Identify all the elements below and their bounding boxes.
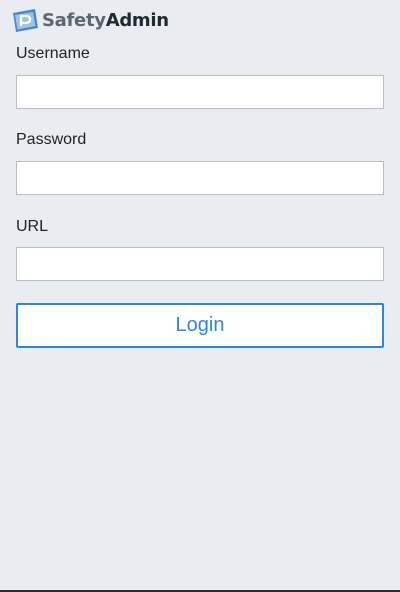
username-label: Username: [16, 45, 90, 62]
username-input[interactable]: [16, 75, 384, 109]
safetyadmin-logo-icon: [13, 9, 38, 32]
login-screen: SafetyAdmin Username Password URL Login: [0, 0, 400, 592]
password-input[interactable]: [16, 161, 384, 195]
logo-text-admin: Admin: [105, 10, 169, 31]
login-button[interactable]: Login: [16, 303, 384, 348]
url-input[interactable]: [16, 247, 384, 281]
logo-wordmark: SafetyAdmin: [42, 8, 169, 34]
url-label: URL: [16, 218, 49, 235]
app-logo: SafetyAdmin: [10, 8, 169, 34]
logo-text-safety: Safety: [42, 10, 106, 31]
password-label: Password: [16, 131, 87, 148]
